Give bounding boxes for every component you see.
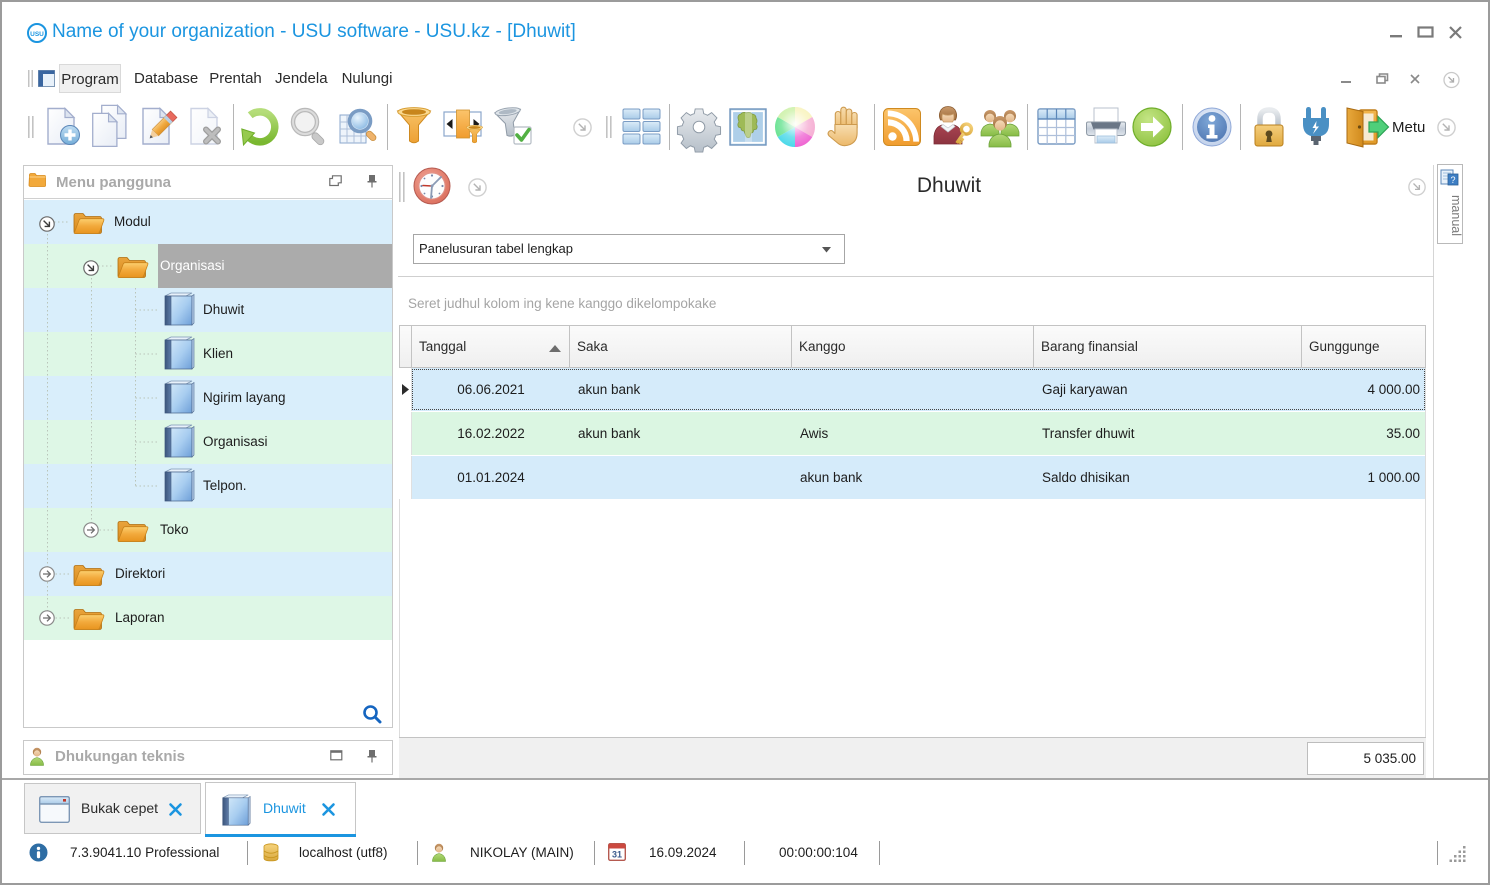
svg-text:?: ? [1450, 175, 1455, 185]
svg-text:31: 31 [612, 850, 622, 860]
svg-text:USU: USU [30, 31, 44, 38]
